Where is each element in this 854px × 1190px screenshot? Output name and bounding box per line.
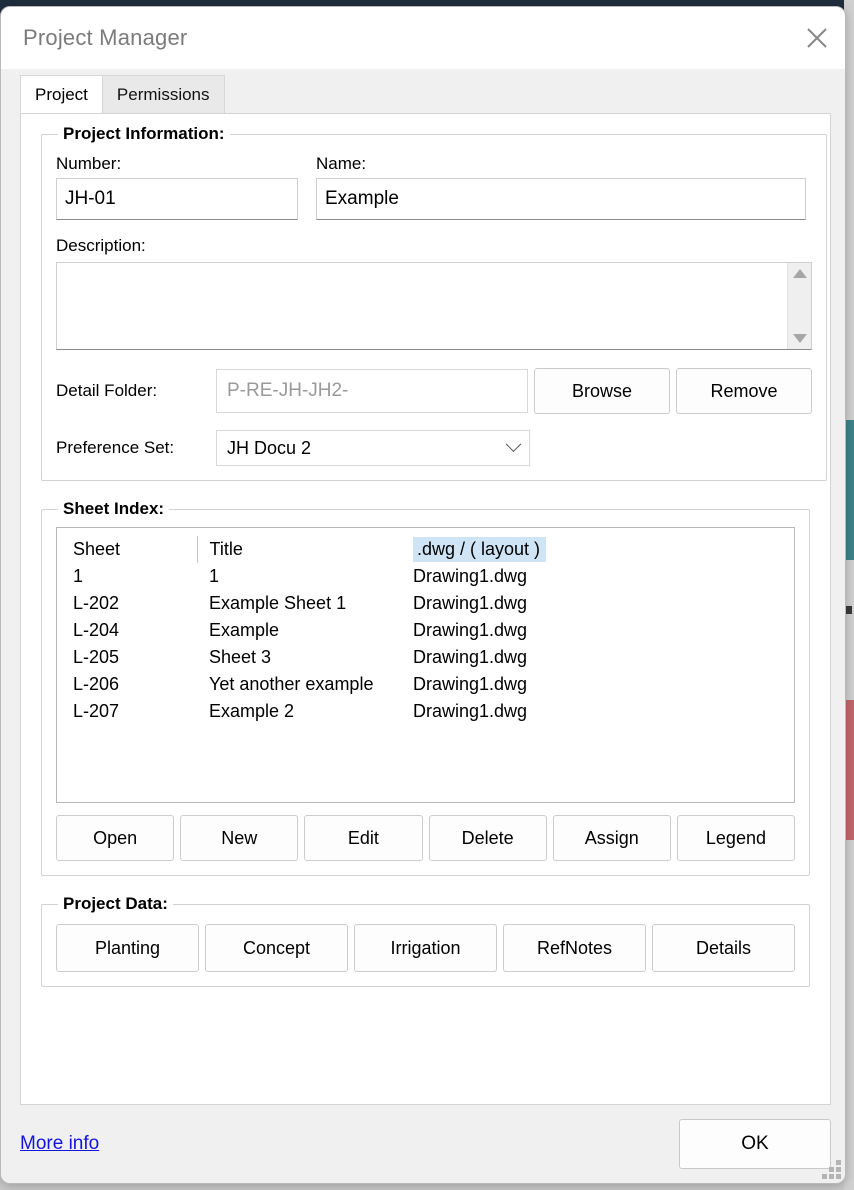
sheet-index-group: Sheet Index: Sheet Title .dwg / ( layout )… bbox=[41, 499, 810, 876]
table-row[interactable]: L-207 Example 2 Drawing1.dwg bbox=[69, 698, 784, 725]
cell-title: Example 2 bbox=[209, 701, 295, 721]
column-header-highlight: .dwg / ( layout ) bbox=[413, 537, 547, 562]
preference-set-select[interactable]: JH Docu 2 bbox=[216, 430, 530, 466]
background-marker bbox=[846, 606, 852, 614]
title-bar: Project Manager bbox=[1, 7, 845, 69]
cell-title: Yet another example bbox=[209, 674, 374, 694]
table-row[interactable]: 1 1 Drawing1.dwg bbox=[69, 563, 784, 590]
table-header-row: Sheet Title .dwg / ( layout ) bbox=[69, 536, 784, 563]
cell-sheet: L-206 bbox=[73, 674, 120, 694]
cell-dwg: Drawing1.dwg bbox=[413, 647, 528, 667]
cell-title: 1 bbox=[209, 566, 220, 586]
project-data-buttons: Planting Concept Irrigation RefNotes Details bbox=[56, 924, 795, 972]
name-label: Name: bbox=[316, 154, 367, 173]
cell-sheet: L-204 bbox=[73, 620, 120, 640]
resize-grip[interactable] bbox=[819, 1159, 841, 1179]
description-field[interactable] bbox=[56, 262, 812, 350]
cell-sheet: L-205 bbox=[73, 647, 120, 667]
preference-set-label: Preference Set: bbox=[56, 438, 175, 457]
project-data-group: Project Data: Planting Concept Irrigation R… bbox=[41, 894, 810, 987]
page-title: Project Manager bbox=[23, 25, 188, 50]
cell-title: Sheet 3 bbox=[209, 647, 272, 667]
cell-sheet: L-207 bbox=[73, 701, 120, 721]
tab-project[interactable]: Project bbox=[20, 75, 103, 113]
sheet-delete-button[interactable]: Delete bbox=[428, 815, 547, 861]
table-row[interactable]: L-206 Yet another example Drawing1.dwg bbox=[69, 671, 784, 698]
ok-button[interactable]: OK bbox=[679, 1119, 831, 1169]
description-textarea[interactable] bbox=[57, 263, 787, 349]
dialog-footer: More info OK bbox=[1, 1105, 845, 1183]
number-name-labels: Number: Name: bbox=[56, 154, 812, 174]
cell-dwg: Drawing1.dwg bbox=[413, 701, 528, 721]
scroll-down-arrow-icon[interactable] bbox=[792, 334, 807, 343]
sheet-index-buttons: Open New Edit Delete Assign Legend bbox=[56, 815, 796, 861]
detail-folder-label: Detail Folder: bbox=[56, 381, 158, 400]
sheet-legend-button[interactable]: Legend bbox=[676, 815, 796, 861]
number-input[interactable]: JH-01 bbox=[56, 178, 298, 220]
project-tab-panel: Project Information: Number: Name: JH-01… bbox=[20, 113, 831, 1105]
preference-set-value: JH Docu 2 bbox=[227, 437, 312, 458]
project-information-legend: Project Information: bbox=[63, 124, 225, 143]
tab-permissions[interactable]: Permissions bbox=[101, 75, 225, 113]
sheet-open-button[interactable]: Open bbox=[56, 815, 175, 861]
description-scrollbar[interactable] bbox=[787, 263, 811, 349]
table-row[interactable]: L-204 Example Drawing1.dwg bbox=[69, 617, 784, 644]
project-data-details-button[interactable]: Details bbox=[652, 924, 795, 972]
preference-set-row: Preference Set: JH Docu 2 bbox=[56, 430, 812, 466]
chevron-down-icon bbox=[505, 435, 522, 452]
close-button[interactable] bbox=[789, 7, 845, 69]
description-label: Description: bbox=[56, 236, 146, 255]
project-data-irrigation-button[interactable]: Irrigation bbox=[354, 924, 497, 972]
sheet-index-table-container[interactable]: Sheet Title .dwg / ( layout ) 1 1 Drawing1.dw… bbox=[56, 527, 795, 803]
browse-button[interactable]: Browse bbox=[534, 368, 670, 414]
column-header-sheet[interactable]: Sheet bbox=[69, 536, 197, 563]
cell-dwg: Drawing1.dwg bbox=[413, 593, 528, 613]
project-data-legend: Project Data: bbox=[63, 894, 168, 913]
sheet-index-table: Sheet Title .dwg / ( layout ) 1 1 Drawing1.dw… bbox=[69, 536, 784, 725]
project-information-group: Project Information: Number: Name: JH-01… bbox=[41, 124, 827, 481]
project-manager-dialog: Project Manager Project Permissions Proj… bbox=[0, 6, 846, 1184]
column-header-dwg[interactable]: .dwg / ( layout ) bbox=[407, 536, 784, 563]
scroll-up-arrow-icon[interactable] bbox=[792, 269, 807, 278]
cell-dwg: Drawing1.dwg bbox=[413, 674, 528, 694]
sheet-new-button[interactable]: New bbox=[180, 815, 299, 861]
project-data-planting-button[interactable]: Planting bbox=[56, 924, 199, 972]
detail-folder-row: Detail Folder: P-RE-JH-JH2- Browse Remov… bbox=[56, 368, 812, 414]
cell-title: Example Sheet 1 bbox=[209, 593, 347, 613]
cell-sheet: 1 bbox=[73, 566, 84, 586]
close-icon bbox=[803, 24, 831, 52]
cell-dwg: Drawing1.dwg bbox=[413, 566, 528, 586]
name-input[interactable]: Example bbox=[316, 178, 806, 220]
tab-strip: Project Permissions bbox=[1, 69, 845, 113]
cell-dwg: Drawing1.dwg bbox=[413, 620, 528, 640]
number-label: Number: bbox=[56, 154, 122, 173]
more-info-link[interactable]: More info bbox=[20, 1133, 99, 1155]
detail-folder-input[interactable]: P-RE-JH-JH2- bbox=[216, 369, 528, 413]
cell-sheet: L-202 bbox=[73, 593, 120, 613]
sheet-assign-button[interactable]: Assign bbox=[552, 815, 671, 861]
remove-button[interactable]: Remove bbox=[676, 368, 812, 414]
sheet-edit-button[interactable]: Edit bbox=[304, 815, 423, 861]
table-row[interactable]: L-205 Sheet 3 Drawing1.dwg bbox=[69, 644, 784, 671]
sheet-index-legend: Sheet Index: bbox=[63, 499, 165, 518]
number-name-fields: JH-01 Example bbox=[56, 178, 812, 220]
column-header-title[interactable]: Title bbox=[196, 536, 407, 563]
project-data-concept-button[interactable]: Concept bbox=[205, 924, 348, 972]
table-row[interactable]: L-202 Example Sheet 1 Drawing1.dwg bbox=[69, 590, 784, 617]
project-data-refnotes-button[interactable]: RefNotes bbox=[503, 924, 646, 972]
cell-title: Example bbox=[209, 620, 280, 640]
